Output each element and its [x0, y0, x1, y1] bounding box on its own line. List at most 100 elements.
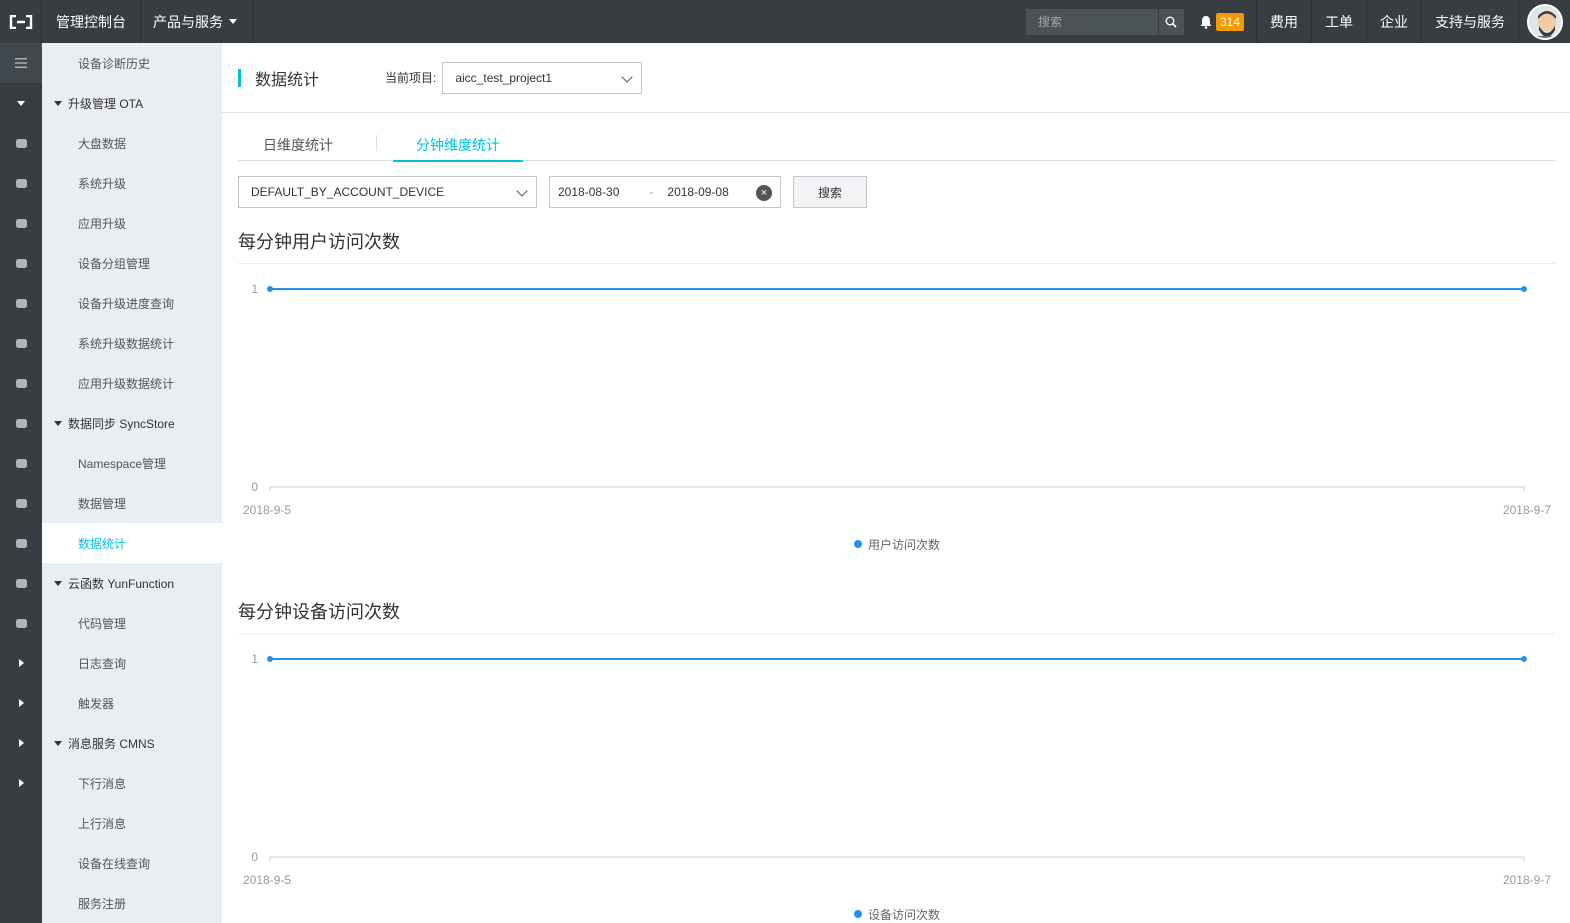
sidebar-item[interactable]: 日志查询: [42, 643, 222, 683]
chevron-down-icon: [621, 70, 634, 83]
sidebar-item[interactable]: 设备分组管理: [42, 243, 222, 283]
notifications[interactable]: 314: [1200, 12, 1256, 31]
sidebar-group-label: 数据同步 SyncStore: [68, 416, 175, 431]
sidebar-item[interactable]: 代码管理: [42, 603, 222, 643]
page-header: 数据统计 当前项目: aicc_test_project1: [222, 43, 1570, 113]
network-icon[interactable]: [0, 203, 42, 243]
cloud-icon[interactable]: [0, 323, 42, 363]
cloud-up-icon[interactable]: [0, 243, 42, 283]
date-end[interactable]: 2018-09-08: [667, 185, 728, 199]
date-separator: -: [649, 185, 654, 199]
chart-title: 每分钟设备访问次数: [238, 598, 1556, 634]
search-input[interactable]: 搜索: [1026, 13, 1158, 30]
expand-icon[interactable]: [0, 763, 42, 803]
title-accent: [238, 68, 241, 87]
filter-bar: DEFAULT_BY_ACCOUNT_DEVICE 2018-08-30 - 2…: [238, 176, 867, 208]
expand-icon[interactable]: [0, 683, 42, 723]
legend-label: 设备访问次数: [867, 907, 940, 922]
chart-legend: 用户访问次数: [238, 534, 1556, 554]
chevron-down-icon: [229, 19, 237, 24]
sidebar-group[interactable]: 升级管理 OTA: [42, 83, 222, 123]
chevron-down-icon: [516, 185, 528, 197]
caret-down-icon: [54, 580, 62, 586]
sidebar-group[interactable]: 数据同步 SyncStore: [42, 403, 222, 443]
box-icon[interactable]: [0, 283, 42, 323]
line-chart: 1 0 2018-9-5 2018-9-7: [243, 282, 1551, 517]
top-link-support[interactable]: 支持与服务: [1421, 0, 1518, 43]
top-link-enterprise[interactable]: 企业: [1366, 0, 1421, 43]
sidebar-group-label: 消息服务 CMNS: [68, 736, 155, 751]
type-select[interactable]: DEFAULT_BY_ACCOUNT_DEVICE: [238, 176, 537, 208]
sidebar-item[interactable]: 应用升级数据统计: [42, 363, 222, 403]
sidebar-group[interactable]: 云函数 YunFunction: [42, 563, 222, 603]
sidebar-item[interactable]: 数据管理: [42, 483, 222, 523]
products-label: 产品与服务: [153, 13, 223, 30]
project-select-value: aicc_test_project1: [455, 70, 553, 85]
collapse-icon[interactable]: [0, 83, 42, 123]
tab-daily[interactable]: 日维度统计: [238, 129, 358, 161]
y-tick-label: 1: [251, 652, 258, 666]
search-button[interactable]: 搜索: [793, 176, 867, 208]
caret-down-icon: [54, 100, 62, 106]
data-point[interactable]: [267, 656, 273, 662]
cluster-icon[interactable]: [0, 443, 42, 483]
data-point[interactable]: [267, 286, 273, 292]
x-tick-label: 2018-9-7: [1503, 873, 1551, 887]
top-link-tickets[interactable]: 工单: [1311, 0, 1366, 43]
user-menu[interactable]: [1518, 0, 1570, 43]
type-select-value: DEFAULT_BY_ACCOUNT_DEVICE: [251, 185, 445, 199]
caret-down-icon: [54, 740, 62, 746]
x-tick-label: 2018-9-5: [243, 873, 291, 887]
y-tick-label: 1: [251, 282, 258, 296]
main-content: 数据统计 当前项目: aicc_test_project1 日维度统计 分钟维度…: [222, 43, 1570, 923]
sidebar-group[interactable]: 消息服务 CMNS: [42, 723, 222, 763]
bell-icon: [1200, 15, 1212, 29]
box-icon[interactable]: [0, 523, 42, 563]
date-range-picker[interactable]: 2018-08-30 - 2018-09-08 ×: [549, 176, 781, 208]
avatar: [1526, 3, 1563, 40]
sidebar-item[interactable]: 设备升级进度查询: [42, 283, 222, 323]
sidebar-item[interactable]: 系统升级数据统计: [42, 323, 222, 363]
sidebar-item[interactable]: 触发器: [42, 683, 222, 723]
search-icon[interactable]: [1157, 8, 1184, 35]
top-bar: 管理控制台 产品与服务 搜索 314 费用 工单 企业 支持与服务: [0, 0, 1570, 43]
link-icon[interactable]: [0, 483, 42, 523]
storage-icon[interactable]: [0, 163, 42, 203]
sidebar-item[interactable]: 系统升级: [42, 163, 222, 203]
expand-icon[interactable]: [0, 723, 42, 763]
sidebar-item[interactable]: 设备在线查询: [42, 843, 222, 883]
expand-icon[interactable]: [0, 643, 42, 683]
aliyun-logo-icon[interactable]: [0, 0, 42, 43]
project-select[interactable]: aicc_test_project1: [442, 61, 643, 94]
sidebar-item[interactable]: 大盘数据: [42, 123, 222, 163]
tab-minute[interactable]: 分钟维度统计: [393, 129, 523, 162]
console-link[interactable]: 管理控制台: [42, 0, 141, 43]
menu-icon[interactable]: [0, 43, 42, 83]
cloud-outline-icon[interactable]: [0, 403, 42, 443]
sidebar-item[interactable]: 应用升级: [42, 203, 222, 243]
sidebar-item[interactable]: 服务注册: [42, 883, 222, 923]
sidebar-item[interactable]: 设备诊断历史: [42, 43, 222, 83]
sidebar-item[interactable]: Namespace管理: [42, 443, 222, 483]
sidebar-item[interactable]: 下行消息: [42, 763, 222, 803]
date-start[interactable]: 2018-08-30: [558, 185, 619, 199]
cross-icon[interactable]: [0, 603, 42, 643]
sidebar-item[interactable]: 上行消息: [42, 803, 222, 843]
sidebar-item[interactable]: 数据统计: [42, 523, 222, 563]
link-icon[interactable]: [0, 363, 42, 403]
notification-badge: 314: [1215, 12, 1244, 31]
x-tick-label: 2018-9-5: [243, 503, 291, 517]
sidebar-group-label: 云函数 YunFunction: [68, 576, 175, 591]
share-icon[interactable]: [0, 563, 42, 603]
chart-title: 每分钟用户访问次数: [238, 228, 1556, 264]
chart-legend: 设备访问次数: [238, 904, 1556, 923]
products-menu[interactable]: 产品与服务: [141, 0, 254, 43]
top-link-billing[interactable]: 费用: [1256, 0, 1311, 43]
server-icon[interactable]: [0, 123, 42, 163]
legend-dot: [853, 910, 862, 918]
search-box[interactable]: 搜索: [1025, 8, 1184, 35]
clear-icon[interactable]: ×: [756, 185, 772, 201]
legend-dot: [853, 540, 862, 548]
data-point[interactable]: [1521, 656, 1527, 662]
data-point[interactable]: [1521, 286, 1527, 292]
